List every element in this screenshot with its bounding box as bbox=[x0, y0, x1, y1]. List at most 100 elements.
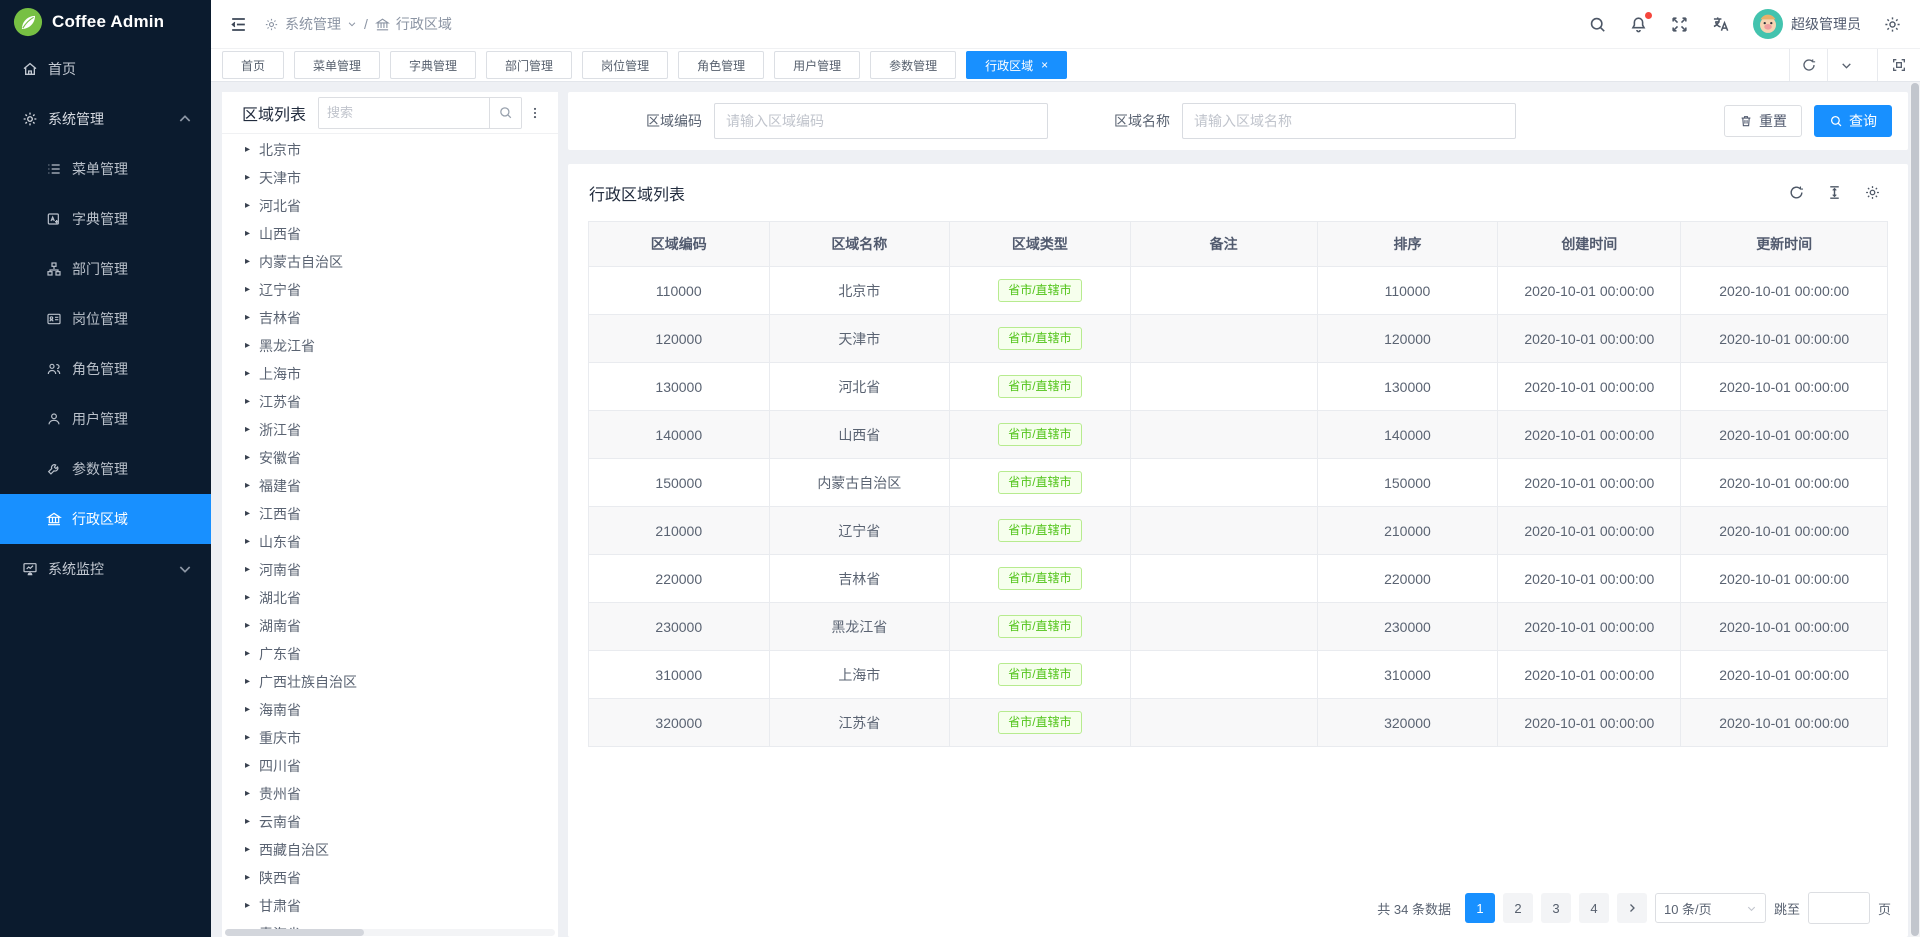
tree-expand-caret-icon[interactable]: ▸ bbox=[245, 901, 250, 911]
fullscreen-icon[interactable] bbox=[1670, 15, 1689, 34]
sidebar-item-dept-mgmt[interactable]: 部门管理 bbox=[0, 244, 211, 294]
tree-node[interactable]: ▸ 贵州省 bbox=[222, 780, 558, 808]
table-row[interactable]: 210000 辽宁省 省市/直辖市 210000 2020-10-01 00:0… bbox=[589, 507, 1888, 555]
table-row[interactable]: 230000 黑龙江省 省市/直辖市 230000 2020-10-01 00:… bbox=[589, 603, 1888, 651]
tree-node[interactable]: ▸ 福建省 bbox=[222, 472, 558, 500]
tree-expand-caret-icon[interactable]: ▸ bbox=[245, 621, 250, 631]
tree-expand-caret-icon[interactable]: ▸ bbox=[245, 537, 250, 547]
scrollbar-thumb[interactable] bbox=[225, 929, 364, 936]
sidebar-item-param-mgmt[interactable]: 参数管理 bbox=[0, 444, 211, 494]
tree-expand-caret-icon[interactable]: ▸ bbox=[245, 761, 250, 771]
tree-node[interactable]: ▸ 辽宁省 bbox=[222, 276, 558, 304]
tree-expand-caret-icon[interactable]: ▸ bbox=[245, 565, 250, 575]
translate-icon[interactable] bbox=[1711, 14, 1731, 34]
page-tab[interactable]: 参数管理 bbox=[870, 51, 956, 79]
sidebar-item-user-mgmt[interactable]: 用户管理 bbox=[0, 394, 211, 444]
tree-expand-caret-icon[interactable]: ▸ bbox=[245, 481, 250, 491]
tree-node[interactable]: ▸ 西藏自治区 bbox=[222, 836, 558, 864]
tree-node[interactable]: ▸ 天津市 bbox=[222, 164, 558, 192]
sidebar-item-region[interactable]: 行政区域 bbox=[0, 494, 211, 544]
sidebar-group-monitor[interactable]: 系统监控 bbox=[0, 544, 211, 594]
tree-expand-caret-icon[interactable]: ▸ bbox=[245, 425, 250, 435]
page-number-button[interactable]: 4 bbox=[1579, 893, 1609, 923]
table-row[interactable]: 220000 吉林省 省市/直辖市 220000 2020-10-01 00:0… bbox=[589, 555, 1888, 603]
tree-node[interactable]: ▸ 河北省 bbox=[222, 192, 558, 220]
tree-node[interactable]: ▸ 广西壮族自治区 bbox=[222, 668, 558, 696]
tree-node[interactable]: ▸ 北京市 bbox=[222, 136, 558, 164]
region-name-input[interactable] bbox=[1182, 103, 1516, 139]
tree-expand-caret-icon[interactable]: ▸ bbox=[245, 845, 250, 855]
breadcrumb-section[interactable]: 系统管理 bbox=[264, 14, 357, 34]
table-row[interactable]: 130000 河北省 省市/直辖市 130000 2020-10-01 00:0… bbox=[589, 363, 1888, 411]
tree-expand-caret-icon[interactable]: ▸ bbox=[245, 873, 250, 883]
tree-node[interactable]: ▸ 山西省 bbox=[222, 220, 558, 248]
page-number-button[interactable]: 1 bbox=[1465, 893, 1495, 923]
tree-expand-caret-icon[interactable]: ▸ bbox=[245, 341, 250, 351]
sidebar-item-role-mgmt[interactable]: 角色管理 bbox=[0, 344, 211, 394]
tree-node[interactable]: ▸ 河南省 bbox=[222, 556, 558, 584]
table-row[interactable]: 140000 山西省 省市/直辖市 140000 2020-10-01 00:0… bbox=[589, 411, 1888, 459]
tree-expand-caret-icon[interactable]: ▸ bbox=[245, 257, 250, 267]
user-menu[interactable]: 超级管理员 bbox=[1753, 9, 1861, 39]
reset-button[interactable]: 重置 bbox=[1724, 105, 1802, 137]
tree-expand-caret-icon[interactable]: ▸ bbox=[245, 285, 250, 295]
table-row[interactable]: 120000 天津市 省市/直辖市 120000 2020-10-01 00:0… bbox=[589, 315, 1888, 363]
page-number-button[interactable]: 2 bbox=[1503, 893, 1533, 923]
tree-node[interactable]: ▸ 重庆市 bbox=[222, 724, 558, 752]
refresh-table-icon[interactable] bbox=[1788, 184, 1805, 201]
page-tab[interactable]: 字典管理 bbox=[390, 51, 476, 79]
column-settings-gear-icon[interactable] bbox=[1864, 184, 1881, 201]
sidebar-item-dict-mgmt[interactable]: 字典管理 bbox=[0, 194, 211, 244]
region-code-input[interactable] bbox=[714, 103, 1048, 139]
page-tab[interactable]: 部门管理 bbox=[486, 51, 572, 79]
tree-node[interactable]: ▸ 四川省 bbox=[222, 752, 558, 780]
tree-search-input[interactable] bbox=[319, 98, 489, 128]
tree-node[interactable]: ▸ 陕西省 bbox=[222, 864, 558, 892]
sidebar-group-system[interactable]: 系统管理 bbox=[0, 94, 211, 144]
table-row[interactable]: 320000 江苏省 省市/直辖市 320000 2020-10-01 00:0… bbox=[589, 699, 1888, 747]
row-height-icon[interactable] bbox=[1826, 184, 1843, 201]
tree-expand-caret-icon[interactable]: ▸ bbox=[245, 509, 250, 519]
tree-node[interactable]: ▸ 上海市 bbox=[222, 360, 558, 388]
page-tab[interactable]: 用户管理 bbox=[774, 51, 860, 79]
tree-expand-caret-icon[interactable]: ▸ bbox=[245, 649, 250, 659]
settings-gear-icon[interactable] bbox=[1883, 15, 1902, 34]
tree-node[interactable]: ▸ 甘肃省 bbox=[222, 892, 558, 920]
sidebar-collapse-icon[interactable] bbox=[229, 15, 248, 34]
tree-node[interactable]: ▸ 云南省 bbox=[222, 808, 558, 836]
tree-node[interactable]: ▸ 浙江省 bbox=[222, 416, 558, 444]
tab-close-icon[interactable]: × bbox=[1041, 59, 1048, 71]
tree-expand-caret-icon[interactable]: ▸ bbox=[245, 453, 250, 463]
tree-node[interactable]: ▸ 湖北省 bbox=[222, 584, 558, 612]
tree-expand-caret-icon[interactable]: ▸ bbox=[245, 369, 250, 379]
tree-expand-caret-icon[interactable]: ▸ bbox=[245, 201, 250, 211]
sidebar-item-post-mgmt[interactable]: 岗位管理 bbox=[0, 294, 211, 344]
page-tab[interactable]: 首页 bbox=[222, 51, 284, 79]
tree-expand-caret-icon[interactable]: ▸ bbox=[245, 677, 250, 687]
tree-expand-caret-icon[interactable]: ▸ bbox=[245, 229, 250, 239]
tree-expand-caret-icon[interactable]: ▸ bbox=[245, 397, 250, 407]
table-row[interactable]: 110000 北京市 省市/直辖市 110000 2020-10-01 00:0… bbox=[589, 267, 1888, 315]
jump-page-input[interactable] bbox=[1808, 892, 1870, 924]
tree-node[interactable]: ▸ 黑龙江省 bbox=[222, 332, 558, 360]
scrollbar-thumb[interactable] bbox=[1911, 83, 1919, 936]
table-row[interactable]: 310000 上海市 省市/直辖市 310000 2020-10-01 00:0… bbox=[589, 651, 1888, 699]
tree-horizontal-scrollbar[interactable] bbox=[225, 929, 555, 936]
search-button[interactable]: 查询 bbox=[1814, 105, 1892, 137]
tree-node[interactable]: ▸ 海南省 bbox=[222, 696, 558, 724]
sidebar-item-home[interactable]: 首页 bbox=[0, 44, 211, 94]
page-number-button[interactable]: 3 bbox=[1541, 893, 1571, 923]
tree-expand-caret-icon[interactable]: ▸ bbox=[245, 313, 250, 323]
tree-expand-caret-icon[interactable]: ▸ bbox=[245, 145, 250, 155]
page-tab[interactable]: 角色管理 bbox=[678, 51, 764, 79]
maximize-content-icon[interactable] bbox=[1877, 49, 1920, 81]
page-size-select[interactable]: 10 条/页 bbox=[1655, 893, 1766, 923]
tree-node[interactable]: ▸ 吉林省 bbox=[222, 304, 558, 332]
table-row[interactable]: 150000 内蒙古自治区 省市/直辖市 150000 2020-10-01 0… bbox=[589, 459, 1888, 507]
sidebar-item-menu-mgmt[interactable]: 菜单管理 bbox=[0, 144, 211, 194]
tree-expand-caret-icon[interactable]: ▸ bbox=[245, 733, 250, 743]
tree-expand-caret-icon[interactable]: ▸ bbox=[245, 789, 250, 799]
tree-node[interactable]: ▸ 内蒙古自治区 bbox=[222, 248, 558, 276]
page-tab[interactable]: 行政区域 × bbox=[966, 51, 1067, 79]
tree-node[interactable]: ▸ 青海省 bbox=[222, 920, 558, 929]
